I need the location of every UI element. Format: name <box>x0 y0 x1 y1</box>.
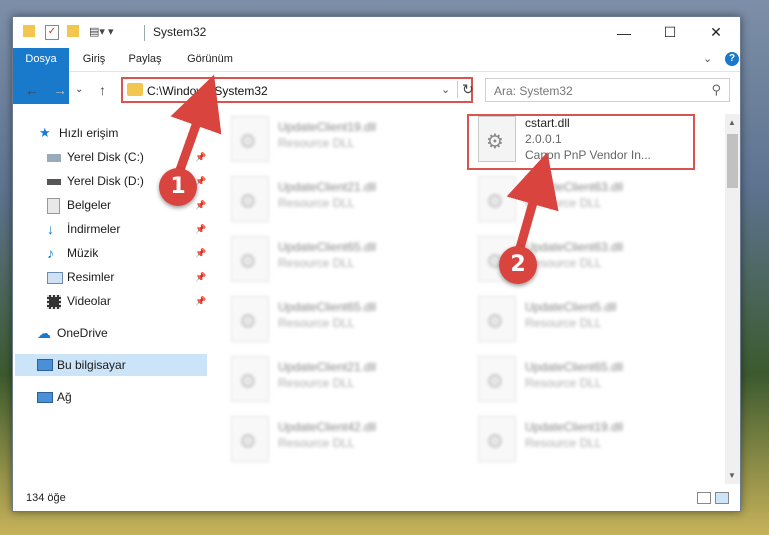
step-1-callout: 1 <box>159 168 197 206</box>
annotation-arrows <box>170 74 559 250</box>
arrow-step-1 <box>170 74 222 172</box>
arrow-step-2 <box>506 152 559 250</box>
step-2-callout: 2 <box>499 246 537 284</box>
